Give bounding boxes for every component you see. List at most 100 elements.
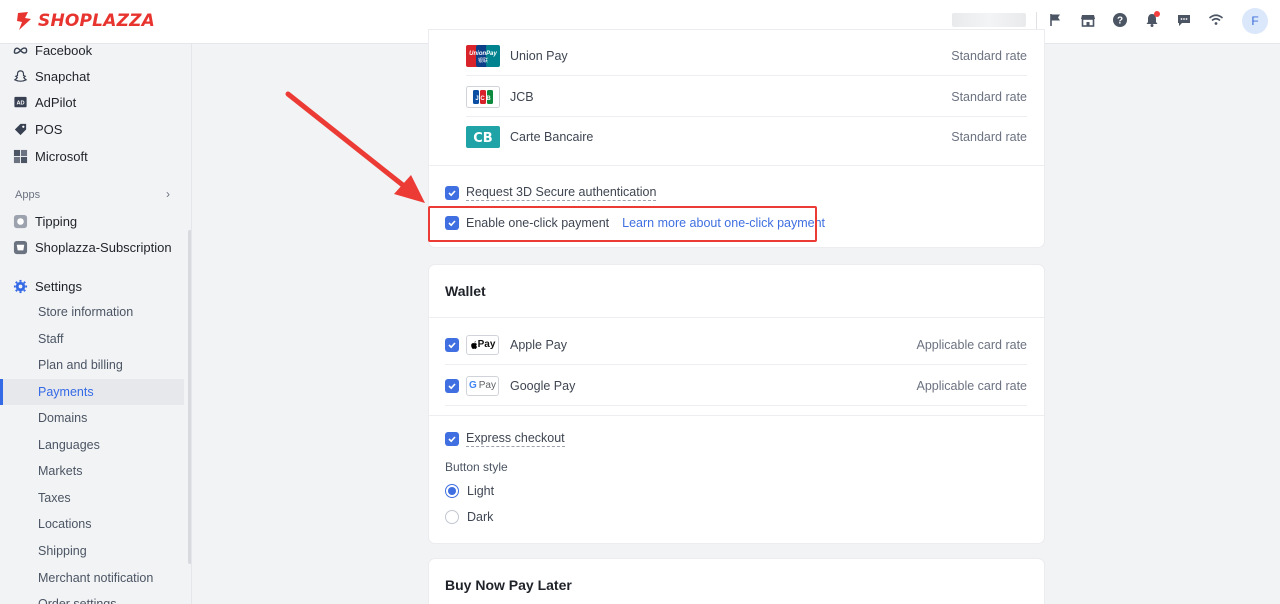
- unionpay-logo: UnionPay 银联: [466, 44, 500, 67]
- light-radio[interactable]: [445, 484, 459, 498]
- apple-pay-rate: Applicable card rate: [916, 337, 1027, 352]
- help-icon[interactable]: ?: [1110, 10, 1130, 30]
- svg-text:?: ?: [1117, 16, 1123, 27]
- tipping-icon: [12, 213, 28, 229]
- store-name-placeholder[interactable]: [952, 13, 1026, 27]
- sidebar-item-label: Microsoft: [35, 148, 88, 164]
- apps-heading: Apps: [15, 189, 41, 201]
- flag-icon[interactable]: [1046, 10, 1066, 30]
- avatar[interactable]: F: [1242, 8, 1268, 34]
- sidebar-item-domains[interactable]: Domains: [38, 406, 87, 430]
- sidebar-item-settings[interactable]: Settings: [12, 274, 82, 298]
- payment-method-name: Union Pay: [510, 48, 568, 63]
- google-pay-name: Google Pay: [510, 378, 576, 393]
- dark-radio-label: Dark: [467, 510, 494, 524]
- sidebar-item-label: AdPilot: [35, 94, 77, 110]
- sidebar-item-label: Settings: [35, 278, 82, 294]
- store-icon[interactable]: [1078, 10, 1098, 30]
- request-3ds-checkbox[interactable]: [445, 186, 459, 200]
- sidebar-item-shipping[interactable]: Shipping: [38, 539, 87, 563]
- card-buy-now-pay-later: Buy Now Pay Later: [429, 559, 1044, 604]
- sidebar-item-tipping[interactable]: Tipping: [12, 209, 77, 233]
- button-style-dark-option[interactable]: Dark: [445, 510, 493, 524]
- button-style-label: Button style: [445, 460, 508, 474]
- snapchat-icon: [12, 68, 28, 84]
- request-3ds-label: Request 3D Secure authentication: [466, 185, 657, 201]
- express-checkout-checkbox[interactable]: [445, 432, 459, 446]
- header-divider: [1036, 12, 1037, 30]
- sidebar-item-microsoft[interactable]: Microsoft: [12, 144, 88, 168]
- bnpl-title: Buy Now Pay Later: [445, 577, 572, 593]
- sidebar-item-order-settings[interactable]: Order settings: [38, 592, 117, 604]
- wifi-icon[interactable]: [1206, 10, 1226, 30]
- sidebar-scrollbar[interactable]: [188, 230, 191, 564]
- sidebar-item-snapchat[interactable]: Snapchat: [12, 64, 90, 88]
- sidebar-item-adpilot[interactable]: AD AdPilot: [12, 90, 76, 114]
- svg-text:J C B: J C B: [475, 96, 491, 102]
- sidebar-item-pos[interactable]: POS: [12, 117, 62, 141]
- section-divider: [429, 165, 1044, 166]
- sidebar-item-markets[interactable]: Markets: [38, 459, 82, 483]
- payment-method-name: JCB: [510, 89, 534, 104]
- apple-pay-checkbox[interactable]: [445, 337, 459, 352]
- sidebar: Facebook Snapchat AD AdPilot POS Microso…: [0, 44, 192, 604]
- payment-method-row: J C B JCB Standard rate: [466, 77, 1027, 117]
- google-pay-rate: Applicable card rate: [916, 378, 1027, 393]
- jcb-logo: J C B: [466, 85, 500, 108]
- pos-icon: [12, 121, 28, 137]
- section-divider: [429, 415, 1044, 416]
- microsoft-icon: [12, 148, 28, 164]
- sidebar-item-merchant-notification[interactable]: Merchant notification: [38, 566, 153, 590]
- sidebar-item-staff[interactable]: Staff: [38, 327, 63, 351]
- wallet-row-apple-pay: Pay Apple Pay Applicable card rate: [445, 325, 1027, 365]
- payment-method-rate: Standard rate: [951, 130, 1027, 144]
- bell-icon[interactable]: [1142, 10, 1162, 30]
- sidebar-item-payments[interactable]: Payments: [38, 380, 94, 404]
- chevron-right-icon[interactable]: ›: [166, 187, 170, 201]
- wallet-row-google-pay: G Pay Google Pay Applicable card rate: [445, 366, 1027, 406]
- chat-icon[interactable]: [1174, 10, 1194, 30]
- google-pay-badge: G Pay: [466, 375, 499, 396]
- sidebar-item-label: Shoplazza-Subscription: [35, 239, 172, 255]
- header-icons: ?: [1046, 10, 1226, 30]
- sidebar-item-subscription[interactable]: Shoplazza-Subscription: [12, 235, 172, 259]
- payment-method-row: CB Carte Bancaire Standard rate: [466, 117, 1027, 157]
- express-checkout-row[interactable]: Express checkout: [445, 431, 565, 447]
- sidebar-item-label: Tipping: [35, 213, 78, 229]
- section-divider: [429, 317, 1044, 318]
- payment-method-row: UnionPay 银联 Union Pay Standard rate: [466, 36, 1027, 76]
- meta-icon: [12, 44, 28, 58]
- light-radio-label: Light: [467, 484, 495, 498]
- sidebar-item-facebook[interactable]: Facebook: [12, 44, 92, 62]
- wallet-title: Wallet: [445, 283, 486, 299]
- sidebar-item-languages[interactable]: Languages: [38, 433, 100, 457]
- shoplazza-mark-icon: [17, 12, 31, 30]
- brand-name: SHOPLAZZA: [38, 11, 155, 31]
- apple-pay-badge: Pay: [466, 334, 499, 355]
- sidebar-item-plan-and-billing[interactable]: Plan and billing: [38, 353, 123, 377]
- payment-method-rate: Standard rate: [951, 48, 1027, 63]
- payment-method-rate: Standard rate: [951, 89, 1027, 104]
- button-style-light-option[interactable]: Light: [445, 484, 494, 498]
- apple-pay-name: Apple Pay: [510, 337, 567, 352]
- svg-text:AD: AD: [16, 100, 24, 106]
- adpilot-icon: AD: [12, 94, 28, 110]
- google-pay-checkbox[interactable]: [445, 378, 459, 393]
- sidebar-item-label: POS: [35, 121, 63, 137]
- subscription-icon: [12, 239, 28, 255]
- notification-dot: [1154, 11, 1160, 17]
- sidebar-item-locations[interactable]: Locations: [38, 512, 92, 536]
- svg-text:UnionPay: UnionPay: [469, 51, 497, 57]
- svg-text:银联: 银联: [478, 57, 488, 64]
- sidebar-item-store-information[interactable]: Store information: [38, 300, 133, 324]
- request-3ds-checkbox-row[interactable]: Request 3D Secure authentication: [445, 185, 657, 201]
- card-wallet: Wallet Pay Apple Pay Applicable card rat…: [429, 265, 1044, 543]
- annotation-highlight-box: [428, 206, 817, 242]
- sidebar-item-label: Snapchat: [35, 68, 90, 84]
- dark-radio[interactable]: [445, 510, 459, 524]
- apple-logo-icon: [470, 340, 477, 349]
- shoplazza-logo[interactable]: SHOPLAZZA: [14, 10, 155, 32]
- svg-text:CB: CB: [473, 131, 492, 146]
- sidebar-item-taxes[interactable]: Taxes: [38, 486, 71, 510]
- sidebar-item-label: Facebook: [35, 44, 93, 58]
